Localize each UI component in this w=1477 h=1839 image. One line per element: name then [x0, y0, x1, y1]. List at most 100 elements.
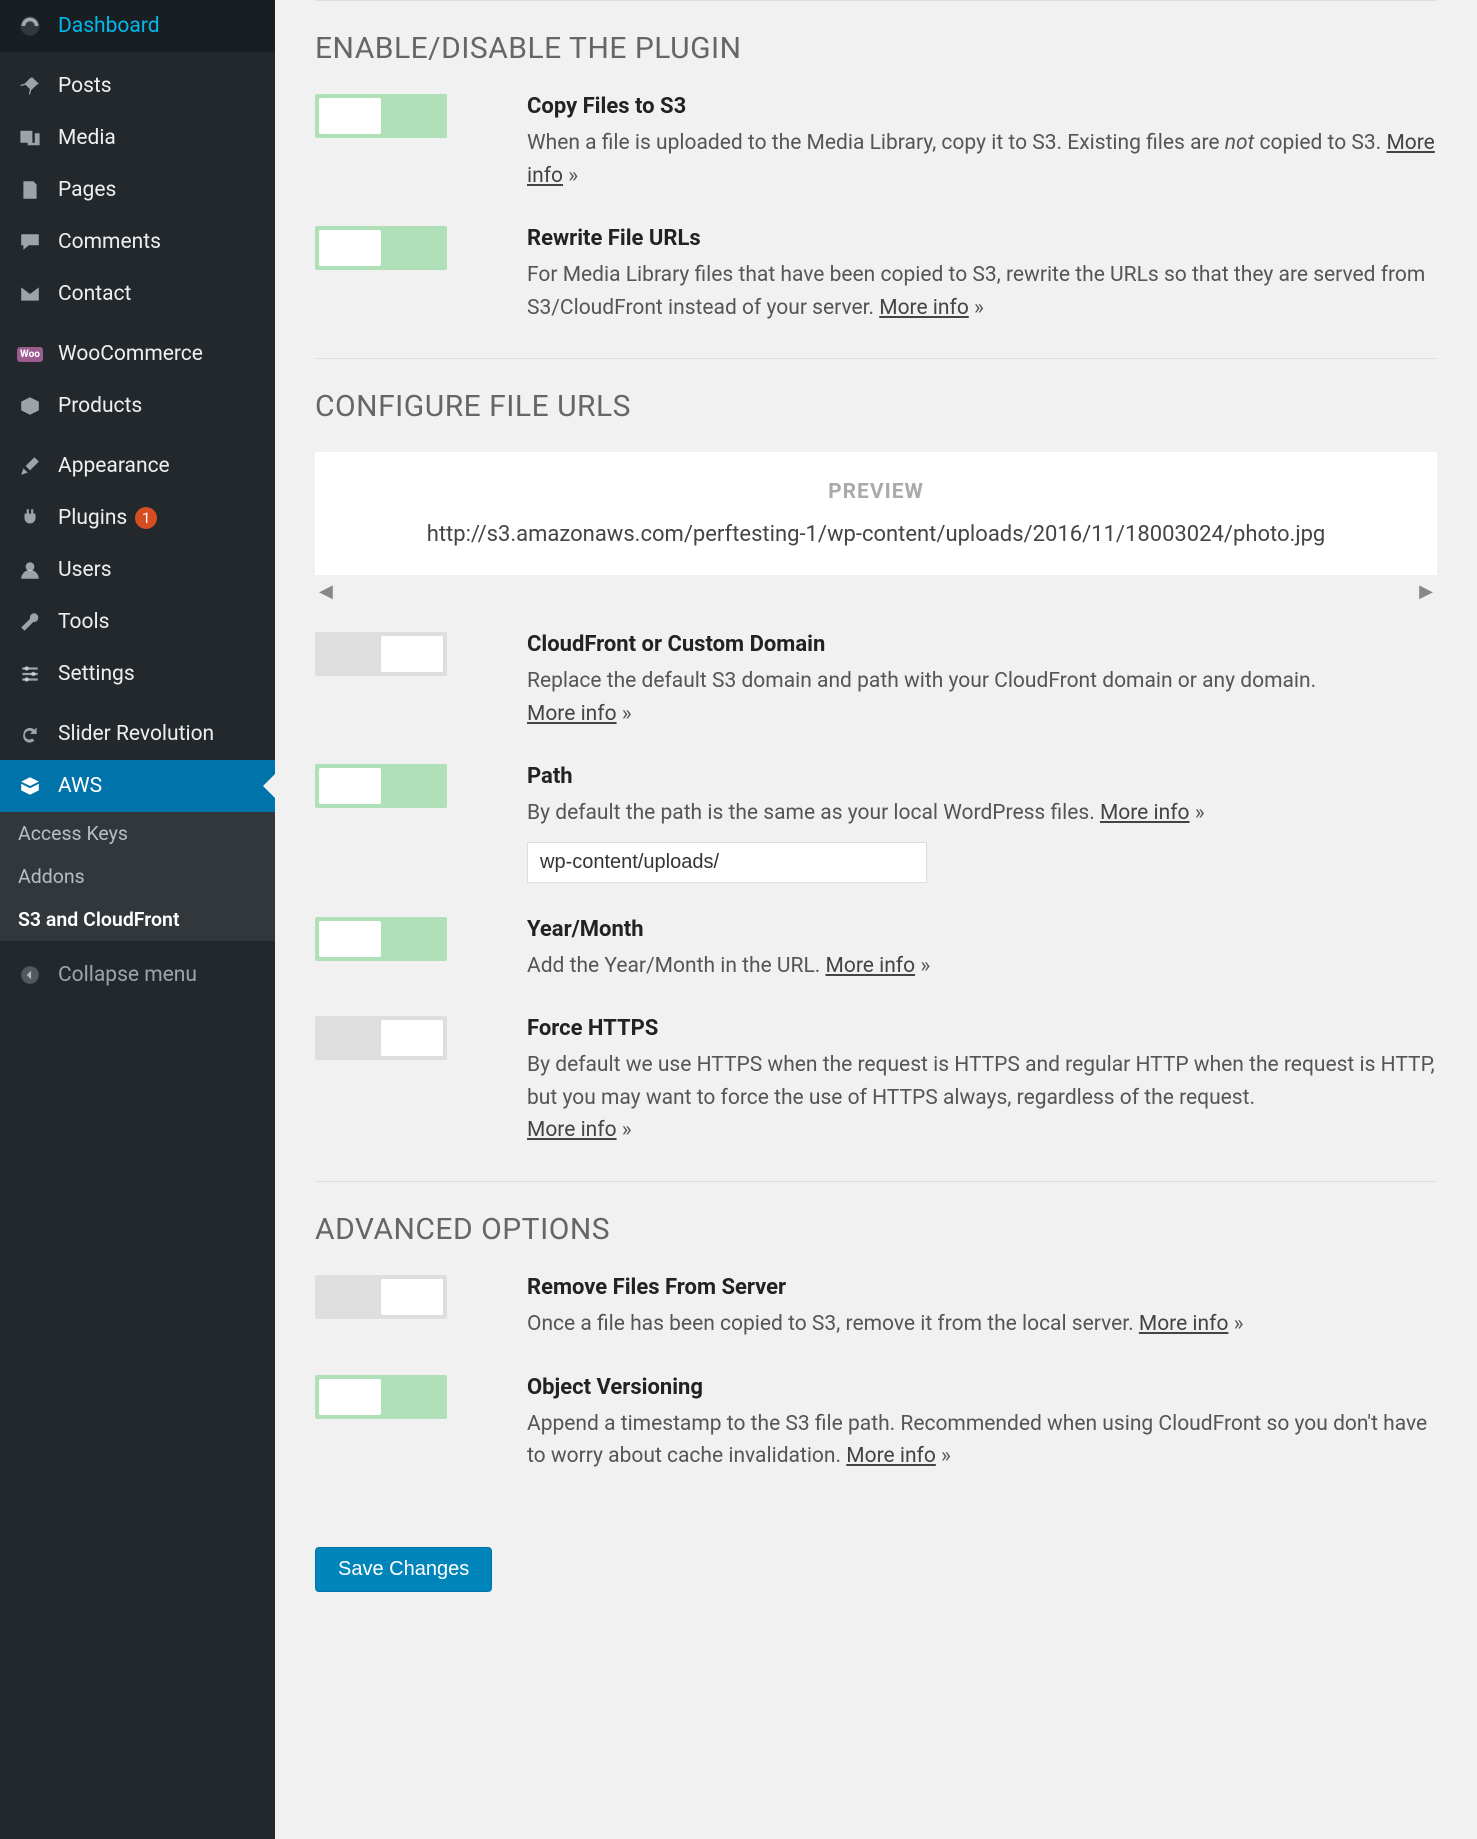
- setting-title: Remove Files From Server: [527, 1275, 1437, 1300]
- more-info-link[interactable]: More info: [846, 1444, 936, 1468]
- box-icon: [16, 392, 44, 420]
- path-input[interactable]: [527, 842, 927, 883]
- toggle-remove-files[interactable]: OFF: [315, 1275, 447, 1319]
- sidebar-item-contact[interactable]: Contact: [0, 268, 275, 320]
- main-content: Enable/Disable the Plugin ON Copy Files …: [275, 0, 1477, 1839]
- setting-rewrite-urls: ON Rewrite File URLs For Media Library f…: [315, 226, 1437, 324]
- sidebar-item-appearance[interactable]: Appearance: [0, 440, 275, 492]
- pin-icon: [16, 72, 44, 100]
- preview-url: http://s3.amazonaws.com/perftesting-1/wp…: [335, 522, 1417, 547]
- save-changes-button[interactable]: Save Changes: [315, 1547, 492, 1592]
- sidebar-item-products[interactable]: Products: [0, 380, 275, 432]
- section-heading-advanced: Advanced Options: [315, 1212, 1437, 1247]
- toggle-cloudfront[interactable]: OFF: [315, 632, 447, 676]
- next-arrow-icon[interactable]: ▶: [1419, 581, 1433, 602]
- sidebar-item-label: AWS: [58, 774, 102, 798]
- sidebar-collapse[interactable]: Collapse menu: [0, 949, 275, 1001]
- more-info-link[interactable]: More info: [527, 1118, 617, 1142]
- toggle-yearmonth[interactable]: ON: [315, 917, 447, 961]
- toggle-handle: [381, 1020, 443, 1056]
- brush-icon: [16, 452, 44, 480]
- toggle-handle: [319, 98, 381, 134]
- sidebar-item-label: Settings: [58, 662, 135, 686]
- user-icon: [16, 556, 44, 584]
- sidebar-item-plugins[interactable]: Plugins 1: [0, 492, 275, 544]
- setting-title: Year/Month: [527, 917, 1437, 942]
- wrench-icon: [16, 608, 44, 636]
- sidebar-item-label: Products: [58, 394, 142, 418]
- preview-box: PREVIEW http://s3.amazonaws.com/perftest…: [315, 452, 1437, 575]
- sidebar-item-label: WooCommerce: [58, 342, 203, 366]
- toggle-force-https[interactable]: OFF: [315, 1016, 447, 1060]
- sidebar-item-woocommerce[interactable]: Woo WooCommerce: [0, 328, 275, 380]
- toggle-handle: [319, 921, 381, 957]
- submenu-item-access-keys[interactable]: Access Keys: [0, 812, 275, 855]
- sidebar-collapse-label: Collapse menu: [58, 963, 197, 987]
- sidebar-item-pages[interactable]: Pages: [0, 164, 275, 216]
- comment-icon: [16, 228, 44, 256]
- sidebar-item-label: Contact: [58, 282, 131, 306]
- sidebar-submenu: Access Keys Addons S3 and CloudFront: [0, 812, 275, 941]
- sidebar-item-settings[interactable]: Settings: [0, 648, 275, 700]
- more-info-link[interactable]: More info: [527, 702, 617, 726]
- submenu-item-s3-cloudfront[interactable]: S3 and CloudFront: [0, 898, 275, 941]
- refresh-icon: [16, 720, 44, 748]
- sidebar-item-comments[interactable]: Comments: [0, 216, 275, 268]
- media-icon: [16, 124, 44, 152]
- more-info-link[interactable]: More info: [879, 296, 969, 320]
- toggle-handle: [381, 636, 443, 672]
- setting-desc: Once a file has been copied to S3, remov…: [527, 1308, 1437, 1341]
- sidebar-item-aws[interactable]: AWS: [0, 760, 275, 812]
- sidebar-item-dashboard[interactable]: Dashboard: [0, 0, 275, 52]
- submenu-item-addons[interactable]: Addons: [0, 855, 275, 898]
- sidebar-item-posts[interactable]: Posts: [0, 60, 275, 112]
- collapse-icon: [16, 961, 44, 989]
- setting-remove-files: OFF Remove Files From Server Once a file…: [315, 1275, 1437, 1341]
- sidebar-item-label: Plugins: [58, 506, 127, 530]
- prev-arrow-icon[interactable]: ◀: [319, 581, 333, 602]
- setting-desc: Append a timestamp to the S3 file path. …: [527, 1408, 1437, 1473]
- toggle-handle: [319, 230, 381, 266]
- setting-title: CloudFront or Custom Domain: [527, 632, 1437, 657]
- toggle-handle: [381, 1279, 443, 1315]
- more-info-link[interactable]: More info: [1139, 1312, 1229, 1336]
- sidebar-item-tools[interactable]: Tools: [0, 596, 275, 648]
- sidebar-item-label: Pages: [58, 178, 116, 202]
- toggle-handle: [319, 768, 381, 804]
- cube-icon: [16, 772, 44, 800]
- section-heading-enable: Enable/Disable the Plugin: [315, 31, 1437, 66]
- more-info-link[interactable]: More info: [826, 954, 916, 978]
- sidebar-item-label: Posts: [58, 74, 112, 98]
- sidebar-item-users[interactable]: Users: [0, 544, 275, 596]
- sidebar-item-label: Comments: [58, 230, 161, 254]
- sidebar-item-label: Slider Revolution: [58, 722, 214, 746]
- setting-cloudfront: OFF CloudFront or Custom Domain Replace …: [315, 632, 1437, 730]
- setting-desc: Replace the default S3 domain and path w…: [527, 665, 1437, 730]
- woo-icon: Woo: [16, 340, 44, 368]
- sidebar-item-label: Media: [58, 126, 116, 150]
- toggle-handle: [319, 1379, 381, 1415]
- setting-title: Object Versioning: [527, 1375, 1437, 1400]
- sidebar-item-media[interactable]: Media: [0, 112, 275, 164]
- toggle-object-versioning[interactable]: ON: [315, 1375, 447, 1419]
- sidebar-item-label: Users: [58, 558, 112, 582]
- admin-sidebar: Dashboard Posts Media Pages Comments Con…: [0, 0, 275, 1839]
- dashboard-icon: [16, 12, 44, 40]
- section-heading-configure: Configure File URLs: [315, 389, 1437, 424]
- sidebar-item-label: Tools: [58, 610, 109, 634]
- setting-desc: Add the Year/Month in the URL. More info…: [527, 950, 1437, 983]
- toggle-copy-files[interactable]: ON: [315, 94, 447, 138]
- setting-desc: By default the path is the same as your …: [527, 797, 1437, 830]
- toggle-rewrite-urls[interactable]: ON: [315, 226, 447, 270]
- more-info-link[interactable]: More info: [1100, 801, 1190, 825]
- sliders-icon: [16, 660, 44, 688]
- toggle-path[interactable]: ON: [315, 764, 447, 808]
- preview-label: PREVIEW: [335, 480, 1417, 504]
- setting-object-versioning: ON Object Versioning Append a timestamp …: [315, 1375, 1437, 1473]
- plug-icon: [16, 504, 44, 532]
- mail-icon: [16, 280, 44, 308]
- setting-title: Force HTTPS: [527, 1016, 1437, 1041]
- setting-title: Copy Files to S3: [527, 94, 1437, 119]
- sidebar-item-slider-revolution[interactable]: Slider Revolution: [0, 708, 275, 760]
- pages-icon: [16, 176, 44, 204]
